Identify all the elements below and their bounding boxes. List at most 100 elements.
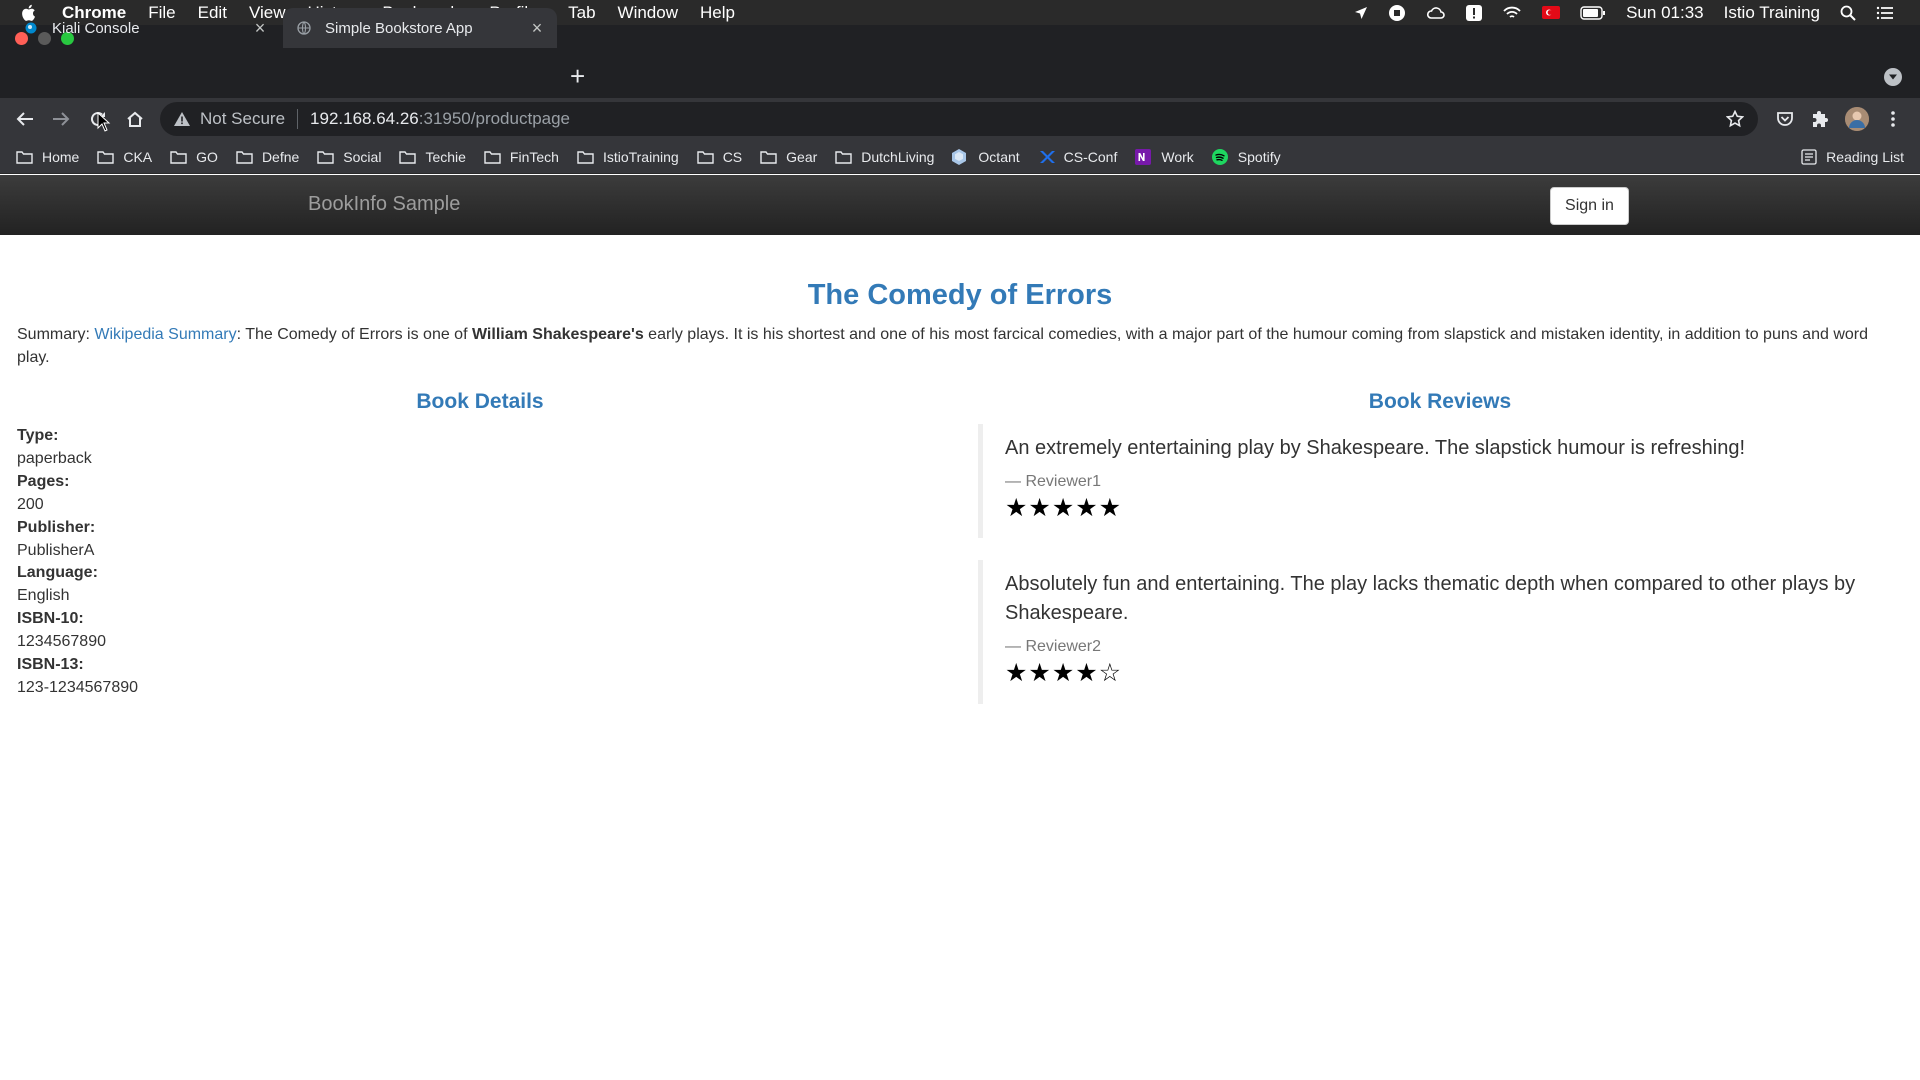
folder-icon: [835, 150, 852, 164]
address-bar[interactable]: Not Secure 192.168.64.26:31950/productpa…: [160, 102, 1758, 136]
detail-label-type: Type:: [17, 427, 59, 444]
address-separator: [297, 109, 299, 129]
book-details-list: Type: paperback Pages: 200 Publisher: Pu…: [17, 425, 138, 700]
menu-tab[interactable]: Tab: [568, 3, 595, 23]
control-center-icon[interactable]: [1876, 6, 1894, 20]
bookmark-go[interactable]: GO: [170, 149, 218, 165]
chrome-menu-icon[interactable]: [1881, 107, 1905, 131]
detail-label-language: Language:: [17, 564, 98, 582]
folder-icon: [760, 150, 777, 164]
detail-value-type: paperback: [17, 449, 92, 467]
tab-search-icon[interactable]: [1884, 68, 1902, 86]
pocket-icon[interactable]: [1773, 107, 1797, 131]
bookmark-home[interactable]: Home: [16, 149, 79, 165]
summary-text: : The Comedy of Errors is one of: [236, 326, 472, 343]
reading-list-label: Reading List: [1826, 148, 1904, 165]
bookmark-defne[interactable]: Defne: [236, 149, 299, 165]
summary-author: William Shakespeare's: [471, 326, 644, 343]
page-content: BookInfo Sample Sign in The Comedy of Er…: [0, 175, 1920, 1080]
sign-in-button[interactable]: Sign in: [1550, 187, 1629, 225]
navbar-brand[interactable]: BookInfo Sample: [308, 193, 460, 216]
tab-title: Simple Bookstore App: [325, 19, 473, 37]
bookmark-techie[interactable]: Techie: [399, 148, 466, 165]
bookmark-label: CKA: [123, 148, 153, 165]
clock[interactable]: Sun 01:33: [1626, 3, 1704, 23]
reviewer-name: — Reviewer1: [1005, 473, 1102, 490]
url-path[interactable]: :31950/productpage: [419, 109, 570, 129]
wifi-icon[interactable]: [1502, 5, 1522, 21]
record-icon[interactable]: [1388, 4, 1406, 22]
back-button[interactable]: [11, 105, 39, 133]
new-tab-button[interactable]: +: [570, 63, 585, 89]
menu-window[interactable]: Window: [618, 3, 678, 23]
summary-prefix: Summary:: [17, 326, 95, 343]
bookmark-cs[interactable]: CS: [696, 148, 743, 165]
alert-icon[interactable]: [1466, 4, 1483, 21]
bookmark-social[interactable]: Social: [317, 149, 381, 165]
detail-value-isbn13: 123-1234567890: [17, 678, 139, 696]
app-navbar: BookInfo Sample Sign in: [0, 175, 1920, 235]
battery-icon[interactable]: [1580, 5, 1606, 20]
bookmark-label: CS: [722, 148, 743, 165]
folder-icon: [484, 150, 501, 164]
detail-value-language: English: [17, 587, 70, 605]
tab-simple-bookstore-app[interactable]: Simple Bookstore App ×: [283, 8, 557, 48]
bookmark-star-icon[interactable]: [1726, 110, 1744, 128]
bookmark-octant[interactable]: Octant: [952, 148, 1020, 165]
folder-icon: [577, 150, 594, 164]
turkey-flag-icon[interactable]: [1542, 6, 1561, 19]
bookmark-label: Techie: [425, 148, 466, 165]
folder-icon: [97, 150, 115, 164]
cs-conf-icon: [1038, 150, 1055, 164]
bookmark-label: Octant: [978, 148, 1020, 165]
tab-close-icon[interactable]: ×: [525, 18, 549, 39]
bookmarks-bar: Home CKA GO Defne Social Techie FinTech …: [0, 140, 1920, 174]
star-rating-icon: ★★★★☆: [1005, 659, 1123, 687]
bookmark-istiotraining[interactable]: IstioTraining: [577, 149, 679, 165]
bookmark-label: Gear: [786, 148, 818, 165]
detail-label-isbn10: ISBN-10:: [17, 610, 84, 628]
location-arrow-icon[interactable]: [1354, 6, 1368, 20]
tab-title: Kiali Console: [52, 19, 140, 37]
bookmark-label: Defne: [261, 148, 300, 165]
mouse-cursor-icon: [97, 112, 111, 132]
tab-kiali-console[interactable]: Kiali Console ×: [4, 8, 280, 48]
bookmark-spotify[interactable]: Spotify: [1211, 148, 1281, 165]
wikipedia-summary-link[interactable]: Wikipedia Summary: [94, 326, 236, 343]
browser-toolbar: Not Secure 192.168.64.26:31950/productpa…: [0, 98, 1920, 140]
menu-help[interactable]: Help: [700, 3, 735, 23]
tab-strip: [0, 50, 1920, 98]
review-1: An extremely entertaining play by Shakes…: [978, 424, 1898, 538]
bookmark-dutchliving[interactable]: DutchLiving: [835, 149, 934, 165]
detail-value-pages: 200: [17, 495, 44, 513]
extensions-puzzle-icon[interactable]: [1809, 107, 1833, 131]
not-secure-label[interactable]: Not Secure: [200, 109, 285, 129]
bookmark-gear[interactable]: Gear: [760, 149, 817, 165]
cloud-icon[interactable]: [1426, 5, 1446, 21]
url-host[interactable]: 192.168.64.26: [310, 109, 419, 129]
reading-list-button[interactable]: Reading List: [1801, 149, 1904, 165]
menubar-user[interactable]: Istio Training: [1724, 3, 1820, 23]
spotify-icon: [1211, 148, 1229, 165]
spotlight-search-icon[interactable]: [1840, 5, 1856, 21]
folder-icon: [170, 150, 187, 164]
bookmark-label: Social: [343, 148, 382, 165]
bookmark-label: Work: [1161, 148, 1194, 165]
review-text: Absolutely fun and entertaining. The pla…: [1005, 573, 1856, 624]
kiali-favicon-icon: [24, 21, 38, 35]
bookmark-label: Spotify: [1237, 148, 1281, 165]
bookmark-label: IstioTraining: [602, 148, 679, 165]
profile-avatar[interactable]: [1845, 107, 1869, 131]
bookmark-work[interactable]: Work: [1135, 148, 1194, 165]
folder-icon: [317, 150, 334, 164]
bookmark-cs-conf[interactable]: CS-Conf: [1038, 149, 1117, 165]
home-button[interactable]: [121, 105, 149, 133]
reading-list-icon: [1801, 148, 1817, 165]
forward-button[interactable]: [47, 105, 75, 133]
warning-triangle-icon[interactable]: [174, 112, 190, 126]
bookmark-cka[interactable]: CKA: [97, 149, 152, 165]
tab-close-icon[interactable]: ×: [248, 18, 272, 39]
globe-favicon-icon: [297, 21, 311, 35]
bookmark-fintech[interactable]: FinTech: [484, 149, 559, 165]
folder-icon: [399, 150, 417, 164]
